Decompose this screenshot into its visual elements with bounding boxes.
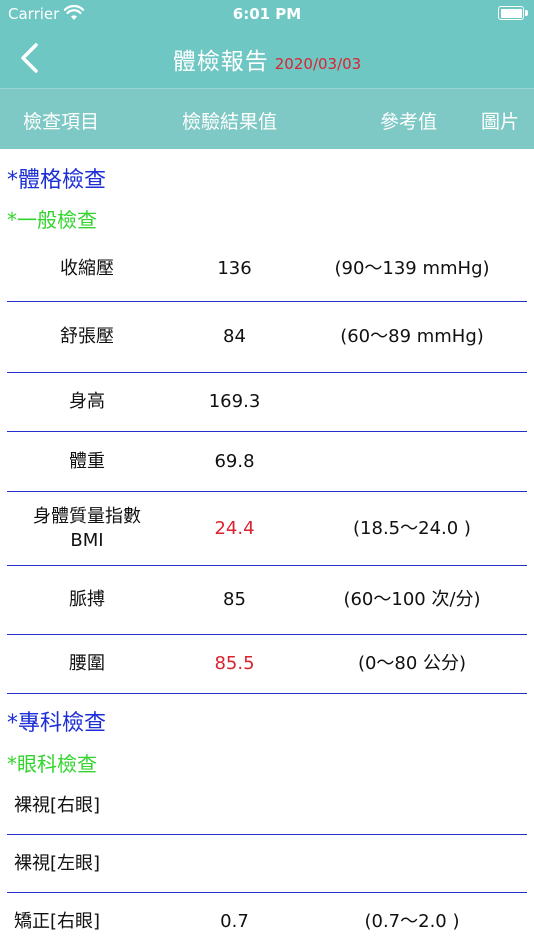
- row-reference-range: [327, 373, 497, 431]
- column-header: 檢查項目 檢驗結果值 參考值 圖片: [0, 88, 534, 149]
- row-reference-range: (60～100 次/分): [343, 589, 481, 611]
- subsection-title: *一般檢查: [7, 208, 97, 232]
- row-result-value: [167, 778, 302, 834]
- battery-icon: [498, 6, 528, 20]
- table-row[interactable]: 身體質量指數BMI 24.4 (18.5～24.0 ): [7, 492, 527, 566]
- section-title: *專科檢查: [7, 711, 107, 736]
- column-header-image: 圖片: [481, 111, 520, 133]
- row-item-name: 脈搏: [69, 589, 105, 611]
- table-row[interactable]: 矯正[右眼] 0.7 (0.7～2.0 ): [7, 893, 527, 950]
- row-reference-range: (0.7～2.0 ): [364, 910, 460, 932]
- table-row[interactable]: 裸視[左眼]: [7, 835, 527, 893]
- page-title: 體檢報告: [172, 49, 269, 75]
- section-title: *體格檢查: [7, 168, 107, 193]
- row-reference-range: [327, 778, 497, 834]
- row-result-value: [167, 835, 302, 892]
- row-result-value: 136: [217, 257, 252, 279]
- row-reference-range: (18.5～24.0 ): [353, 517, 471, 539]
- row-item-name: 身體質量指數BMI: [33, 506, 141, 551]
- row-result-value-abnormal: 24.4: [214, 517, 255, 539]
- row-item-name: 舒張壓: [60, 326, 114, 348]
- column-header-reference: 參考值: [380, 111, 438, 133]
- table-row[interactable]: 舒張壓 84 (60～89 mmHg): [7, 302, 527, 373]
- page-title-group: 體檢報告 2020/03/03: [0, 42, 534, 76]
- row-result-value: 85: [223, 589, 246, 611]
- nav-bar: 體檢報告 2020/03/03: [0, 28, 534, 88]
- row-item-name: 腰圍: [69, 653, 105, 675]
- row-reference-range: [327, 432, 497, 491]
- row-result-value: 69.8: [214, 450, 255, 472]
- report-date: 2020/03/03: [274, 55, 362, 73]
- row-result-value: 84: [223, 326, 246, 348]
- row-item-name: 裸視[左眼]: [14, 852, 101, 874]
- status-time: 6:01 PM: [232, 5, 302, 23]
- row-reference-range: [327, 835, 497, 892]
- table-row[interactable]: 體重 69.8: [7, 432, 527, 492]
- column-header-item: 檢查項目: [23, 111, 100, 133]
- row-item-name: 矯正[右眼]: [14, 910, 101, 932]
- subsection-title: *眼科檢查: [7, 752, 97, 776]
- row-reference-range: (60～89 mmHg): [340, 326, 484, 348]
- row-result-value-abnormal: 85.5: [214, 653, 255, 675]
- row-item-name: 裸視[右眼]: [14, 795, 101, 817]
- row-reference-range: (0～80 公分): [357, 653, 467, 675]
- table-row[interactable]: 身高 169.3: [7, 373, 527, 432]
- row-item-name: 身高: [69, 391, 105, 413]
- row-reference-range: (90～139 mmHg): [334, 257, 490, 279]
- row-item-name: 收縮壓: [60, 257, 114, 279]
- table-row[interactable]: 裸視[右眼]: [7, 778, 527, 835]
- status-bar: Carrier 6:01 PM: [0, 0, 534, 28]
- table-row[interactable]: 腰圍 85.5 (0～80 公分): [7, 635, 527, 694]
- table-row[interactable]: 脈搏 85 (60～100 次/分): [7, 566, 527, 635]
- column-header-result: 檢驗結果值: [182, 111, 278, 133]
- row-result-value: 169.3: [208, 391, 261, 413]
- table-row[interactable]: 收縮壓 136 (90～139 mmHg): [7, 236, 527, 302]
- row-item-name: 體重: [69, 450, 105, 472]
- row-result-value: 0.7: [220, 910, 249, 932]
